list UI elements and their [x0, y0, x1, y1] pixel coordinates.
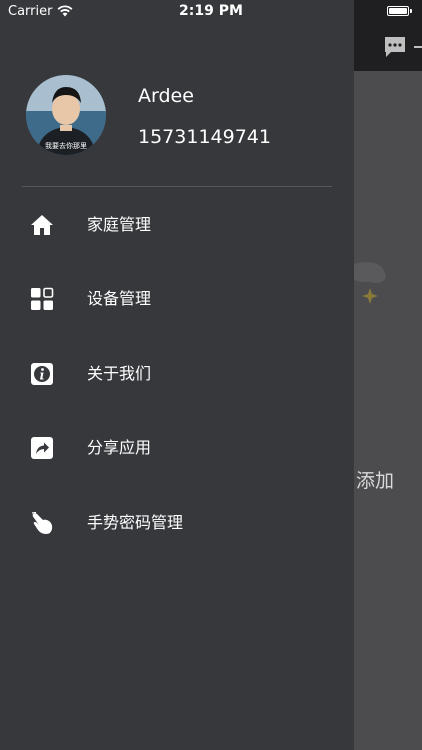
- side-drawer: 我要去你那里 Ardee 15731149741 家庭管理 设备管理 关于我们 …: [0, 0, 354, 750]
- screen: 添加 Carrier 2:19 PM 我要去你那里 Ardee 15731149…: [0, 0, 422, 750]
- device-grid-icon: [31, 287, 54, 310]
- clock-time: 2:19 PM: [179, 3, 243, 19]
- info-icon: [31, 363, 53, 385]
- add-icon[interactable]: [414, 46, 422, 48]
- gesture-hand-icon: [31, 511, 53, 534]
- menu-item-label: 关于我们: [87, 364, 152, 383]
- home-icon: [31, 215, 53, 235]
- menu-item-share-app[interactable]: 分享应用: [0, 420, 354, 476]
- avatar-image: 我要去你那里: [26, 75, 106, 155]
- battery-icon: [387, 6, 409, 16]
- menu-item-label: 手势密码管理: [87, 513, 184, 532]
- menu-item-label: 家庭管理: [87, 215, 152, 234]
- menu-item-label: 设备管理: [87, 289, 152, 308]
- status-bar: Carrier 2:19 PM: [0, 0, 422, 24]
- chat-bubble-icon[interactable]: [383, 36, 407, 58]
- battery-tip: [410, 9, 412, 13]
- avatar-caption: 我要去你那里: [45, 141, 87, 150]
- avatar[interactable]: 我要去你那里: [26, 75, 106, 155]
- menu-item-home-management[interactable]: 家庭管理: [0, 197, 354, 253]
- menu-item-about-us[interactable]: 关于我们: [0, 346, 354, 402]
- menu-item-label: 分享应用: [87, 438, 152, 457]
- profile-divider: [22, 186, 332, 187]
- user-name: Ardee: [138, 85, 194, 107]
- share-icon: [31, 437, 53, 459]
- user-phone: 15731149741: [138, 126, 271, 148]
- menu-item-gesture-password[interactable]: 手势密码管理: [0, 495, 354, 551]
- add-device-label[interactable]: 添加: [356, 466, 394, 493]
- menu-item-device-management[interactable]: 设备管理: [0, 271, 354, 327]
